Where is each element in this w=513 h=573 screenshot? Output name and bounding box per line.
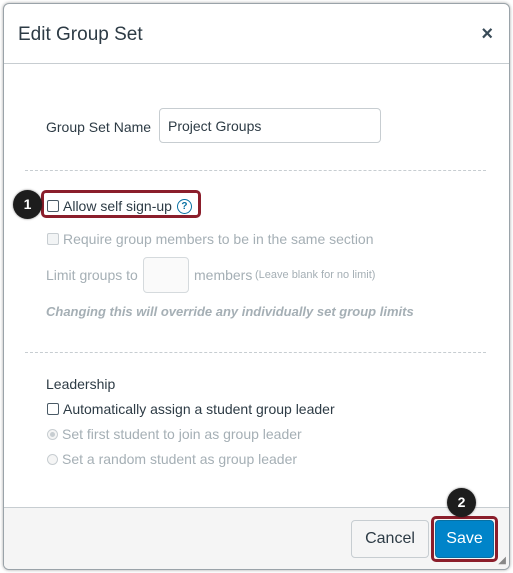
dialog-body: Group Set Name 1 Allow self sign-up ? Re… (4, 64, 509, 507)
require-same-section-row: Require group members to be in the same … (47, 231, 374, 247)
section-divider (25, 170, 486, 171)
first-student-radio[interactable] (47, 428, 58, 440)
allow-self-signup-row: Allow self sign-up ? (47, 198, 192, 214)
leadership-heading: Leadership (46, 376, 116, 392)
dialog-footer: Cancel Save ◢ (4, 507, 509, 569)
random-student-label: Set a random student as group leader (62, 451, 298, 467)
require-same-section-label: Require group members to be in the same … (63, 231, 374, 247)
step1-badge: 1 (13, 190, 42, 219)
auto-leader-checkbox[interactable] (47, 403, 59, 415)
random-student-row: Set a random student as group leader (47, 451, 297, 467)
close-icon[interactable]: × (481, 24, 493, 44)
limit-groups-prefix: Limit groups to (46, 267, 138, 283)
limit-groups-hint: (Leave blank for no limit) (255, 269, 376, 281)
limit-groups-input[interactable] (143, 257, 189, 293)
edit-group-set-dialog: Edit Group Set × Group Set Name 1 Allow … (3, 3, 510, 570)
resize-grip-icon[interactable]: ◢ (498, 555, 506, 566)
dialog-title: Edit Group Set (18, 24, 143, 45)
limit-groups-suffix: members (194, 267, 253, 283)
override-warning: Changing this will override any individu… (46, 304, 414, 319)
first-student-label: Set first student to join as group leade… (62, 426, 302, 442)
random-student-radio[interactable] (47, 453, 58, 465)
section-divider (25, 352, 486, 353)
step2-badge: 2 (447, 488, 476, 517)
help-icon[interactable]: ? (176, 198, 192, 214)
allow-self-signup-checkbox[interactable] (47, 200, 59, 212)
first-student-row: Set first student to join as group leade… (47, 426, 302, 442)
auto-leader-row: Automatically assign a student group lea… (47, 401, 335, 417)
allow-self-signup-label: Allow self sign-up (63, 198, 172, 214)
cancel-button[interactable]: Cancel (351, 520, 429, 558)
save-button[interactable]: Save (435, 520, 494, 558)
require-same-section-checkbox[interactable] (47, 233, 59, 245)
group-set-name-input[interactable] (159, 108, 381, 143)
group-set-name-label: Group Set Name (46, 119, 152, 135)
dialog-titlebar: Edit Group Set × (4, 4, 509, 64)
auto-leader-label: Automatically assign a student group lea… (63, 401, 335, 417)
